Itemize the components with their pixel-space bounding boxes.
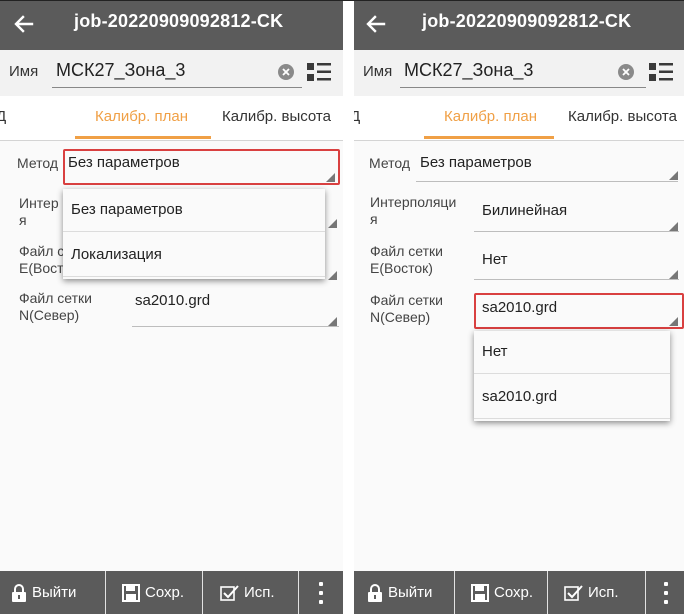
- dropdown-arrow-icon: [328, 317, 337, 326]
- job-title: job-20220909092812-CK: [74, 11, 284, 31]
- tab-cut[interactable]: Д: [354, 108, 360, 125]
- back-button[interactable]: [358, 5, 394, 43]
- left-screenshot-panel: job-20220909092812-CK Имя МСК27_Зона_3 Д…: [0, 1, 343, 614]
- dropdown-arrow-icon: [669, 270, 678, 279]
- method-select-highlight[interactable]: [63, 149, 340, 185]
- list-button[interactable]: [647, 58, 675, 86]
- separator: [645, 571, 646, 614]
- menu-item-no-params[interactable]: Без параметров: [63, 189, 325, 232]
- tab-calib-height[interactable]: Калибр. высота: [568, 108, 677, 125]
- method-label: Метод: [369, 155, 411, 171]
- active-tab-indicator: [424, 136, 554, 139]
- tab-calib-plan[interactable]: Калибр. план: [95, 108, 188, 125]
- app-bar: job-20220909092812-CK: [354, 1, 684, 50]
- exit-button[interactable]: Выйти: [367, 571, 432, 614]
- interp-label: Интерполяци я: [370, 194, 457, 227]
- active-tab-indicator: [75, 136, 211, 139]
- checkbox-icon: [220, 584, 239, 601]
- separator: [202, 571, 203, 614]
- right-screenshot-panel: job-20220909092812-CK Имя МСК27_Зона_3 Д…: [354, 1, 684, 614]
- save-button[interactable]: Сохр.: [471, 571, 533, 614]
- arrow-left-icon: [14, 15, 34, 33]
- clear-button[interactable]: [616, 62, 636, 82]
- clear-button[interactable]: [276, 62, 296, 82]
- name-label: Имя: [9, 63, 39, 80]
- name-input[interactable]: МСК27_Зона_3: [404, 60, 533, 81]
- tab-cut[interactable]: Д: [0, 108, 6, 125]
- grid-n-select-highlight[interactable]: [474, 293, 684, 329]
- tab-calib-plan[interactable]: Калибр. план: [444, 108, 537, 125]
- grid-dropdown-menu: Нет sa2010.grd: [474, 331, 670, 421]
- interp-label: Интер я: [19, 195, 59, 228]
- apply-button[interactable]: Исп.: [564, 571, 619, 614]
- interp-underline: [474, 231, 679, 232]
- separator: [298, 571, 299, 614]
- checkbox-icon: [564, 584, 583, 601]
- dropdown-arrow-icon: [669, 171, 678, 180]
- dropdown-arrow-icon: [326, 173, 335, 182]
- grid-e-value[interactable]: Нет: [482, 251, 508, 268]
- tab-bar: Д Калибр. план Калибр. высота: [0, 96, 343, 141]
- floppy-icon: [122, 583, 140, 602]
- back-button[interactable]: [6, 5, 42, 43]
- floppy-icon: [471, 583, 489, 602]
- grid-e-label: Файл сетки Е(Восток): [370, 243, 443, 276]
- clear-circle-icon: [618, 64, 634, 80]
- more-vertical-icon[interactable]: [663, 582, 669, 604]
- interp-value[interactable]: Билинейная: [482, 202, 567, 219]
- grid-n-label: Файл сетки N(Север): [370, 292, 443, 325]
- method-underline: [416, 181, 678, 182]
- apply-button[interactable]: Исп.: [220, 571, 275, 614]
- tab-bar: Д Калибр. план Калибр. высота: [354, 96, 684, 141]
- menu-item-sa2010[interactable]: sa2010.grd: [474, 376, 670, 419]
- more-vertical-icon[interactable]: [318, 582, 324, 604]
- clear-circle-icon: [278, 64, 294, 80]
- list-button[interactable]: [305, 58, 333, 86]
- name-label: Имя: [363, 63, 393, 80]
- grid-n-value[interactable]: sa2010.grd: [135, 292, 210, 309]
- menu-item-localization[interactable]: Локализация: [63, 234, 325, 277]
- grid-n-underline: [132, 326, 339, 327]
- grid-e-underline: [474, 279, 679, 280]
- method-label: Метод: [17, 155, 59, 171]
- menu-item-none[interactable]: Нет: [474, 331, 670, 374]
- lock-icon: [12, 583, 26, 602]
- form-content: Метод Без параметров Интер я Файл с Е(Во…: [0, 141, 343, 571]
- job-title: job-20220909092812-CK: [422, 11, 632, 31]
- separator: [105, 571, 106, 614]
- name-input[interactable]: МСК27_Зона_3: [56, 60, 185, 81]
- grid-e-label: Файл с Е(Вост: [19, 243, 63, 276]
- panel-gap: [343, 1, 354, 614]
- app-bar: job-20220909092812-CK: [0, 1, 343, 50]
- list-icon: [307, 63, 331, 81]
- method-value[interactable]: Без параметров: [420, 154, 532, 171]
- form-content: Метод Без параметров Интерполяци я Билин…: [354, 141, 684, 571]
- grid-n-label: Файл сетки N(Север): [19, 290, 92, 323]
- exit-button[interactable]: Выйти: [11, 571, 76, 614]
- method-dropdown-menu: Без параметров Локализация: [63, 189, 325, 279]
- arrow-left-icon: [366, 15, 386, 33]
- save-button[interactable]: Сохр.: [122, 571, 184, 614]
- name-row: Имя МСК27_Зона_3: [0, 50, 343, 96]
- separator: [454, 571, 455, 614]
- dropdown-arrow-icon: [328, 219, 337, 228]
- name-underline: [52, 87, 302, 88]
- dropdown-arrow-icon: [328, 271, 337, 280]
- dropdown-arrow-icon: [669, 317, 678, 326]
- lock-icon: [368, 583, 382, 602]
- name-row: Имя МСК27_Зона_3: [354, 50, 684, 96]
- tab-calib-height[interactable]: Калибр. высота: [222, 108, 331, 125]
- name-underline: [400, 87, 646, 88]
- dropdown-arrow-icon: [669, 222, 678, 231]
- bottom-bar: Выйти Сохр. Исп.: [354, 571, 684, 614]
- bottom-bar: Выйти Сохр. Исп.: [0, 571, 343, 614]
- separator: [547, 571, 548, 614]
- list-icon: [649, 63, 673, 81]
